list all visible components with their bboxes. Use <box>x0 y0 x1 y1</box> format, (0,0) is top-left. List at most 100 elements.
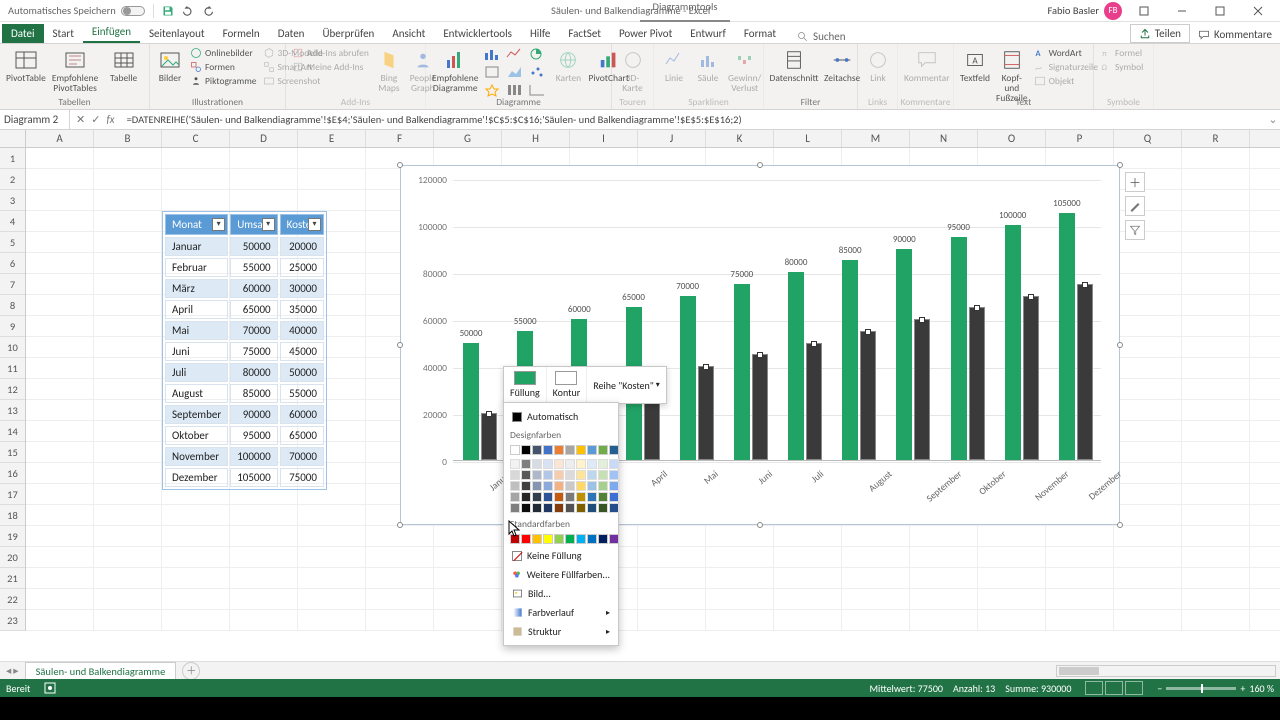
color-swatch[interactable] <box>576 459 586 469</box>
expand-formula-bar-icon[interactable]: ⌄ <box>1266 113 1280 126</box>
resize-handle[interactable] <box>757 522 763 528</box>
worksheet-grid[interactable]: ABCDEFGHIJKLMNOPQR 123456789101112131415… <box>0 130 1280 661</box>
color-swatch[interactable] <box>565 492 575 502</box>
timeline-button[interactable]: Zeitachse <box>824 47 860 84</box>
share-button[interactable]: Teilen <box>1130 24 1190 43</box>
chart-bar[interactable] <box>914 319 930 460</box>
color-swatch[interactable] <box>543 445 553 455</box>
view-page-layout-icon[interactable] <box>1105 681 1123 695</box>
search-box[interactable]: Suchen <box>797 30 846 43</box>
tab-einfügen[interactable]: Einfügen <box>83 22 140 43</box>
comments-button[interactable]: Kommentare <box>1190 26 1280 43</box>
chart-bar[interactable] <box>1005 225 1021 460</box>
chart-type-icon[interactable] <box>528 47 548 63</box>
shapes-button[interactable]: Formen <box>190 61 257 73</box>
name-box[interactable]: Diagramm 2 <box>0 110 70 129</box>
zoom-level[interactable]: 160 % <box>1249 682 1274 695</box>
online-pictures-button[interactable]: Onlinebilder <box>190 47 257 59</box>
fx-icon[interactable]: fx <box>106 113 114 126</box>
macro-record-icon[interactable] <box>44 682 56 694</box>
redo-icon[interactable] <box>202 5 214 17</box>
view-normal-icon[interactable] <box>1085 681 1103 695</box>
symbol-button[interactable]: ΩSymbol <box>1100 61 1143 73</box>
tab-format[interactable]: Format <box>735 24 785 43</box>
color-swatch[interactable] <box>598 534 608 544</box>
color-swatch[interactable] <box>554 470 564 480</box>
enter-formula-icon[interactable]: ✓ <box>91 113 100 126</box>
chart-bar[interactable] <box>734 284 750 460</box>
color-swatch[interactable] <box>510 459 520 469</box>
color-swatch[interactable] <box>598 470 608 480</box>
filter-button[interactable]: ▾ <box>212 218 225 231</box>
color-swatch[interactable] <box>543 470 553 480</box>
slicer-button[interactable]: Datenschnitt <box>770 47 818 84</box>
3d-map-button[interactable]: 3D- Karte <box>618 47 647 94</box>
comment-button[interactable]: Kommentar <box>904 47 950 84</box>
chart-bar[interactable] <box>1059 213 1075 460</box>
color-swatch[interactable] <box>532 534 542 544</box>
sparkline-winloss-button[interactable]: Gewinn/ Verlust <box>728 47 761 94</box>
link-button[interactable]: Link <box>864 47 892 84</box>
chart-bar[interactable] <box>788 272 804 460</box>
sheet-tab[interactable]: Säulen- und Balkendiagramme <box>25 662 177 680</box>
chart-bar[interactable] <box>896 249 912 461</box>
maps-button[interactable]: Karten <box>554 47 582 84</box>
signature-button[interactable]: Signaturzeile <box>1034 61 1098 73</box>
more-fill-colors-item[interactable]: Weitere Füllfarben... <box>508 565 614 584</box>
color-swatch[interactable] <box>565 470 575 480</box>
close-icon[interactable] <box>1242 0 1274 22</box>
tab-formeln[interactable]: Formeln <box>214 24 269 43</box>
chart-bar[interactable] <box>481 413 497 460</box>
color-swatch[interactable] <box>554 445 564 455</box>
icons-button[interactable]: Piktogramme <box>190 75 257 87</box>
tab-power pivot[interactable]: Power Pivot <box>610 24 681 43</box>
row-headers[interactable]: 1234567891011121314151617181920212223 <box>0 148 26 631</box>
color-swatch[interactable] <box>554 492 564 502</box>
chart-elements-icon[interactable]: ＋ <box>1125 172 1145 192</box>
filter-button[interactable]: ▾ <box>308 218 321 231</box>
fill-button[interactable]: Füllung <box>504 367 547 403</box>
color-swatch[interactable] <box>576 481 586 491</box>
chart-bar[interactable] <box>806 343 822 461</box>
tab-entwurf[interactable]: Entwurf <box>681 24 735 43</box>
resize-handle[interactable] <box>397 522 403 528</box>
color-swatch[interactable] <box>521 470 531 480</box>
resize-handle[interactable] <box>1117 522 1123 528</box>
color-swatch[interactable] <box>576 492 586 502</box>
view-page-break-icon[interactable] <box>1125 681 1143 695</box>
get-addins-button[interactable]: Add-Ins abrufen <box>292 47 369 59</box>
tab-seitenlayout[interactable]: Seitenlayout <box>140 24 214 43</box>
account-button[interactable]: Fabio Basler FB <box>1047 2 1122 20</box>
color-swatch[interactable] <box>554 534 564 544</box>
chart-styles-icon[interactable] <box>1125 196 1145 216</box>
color-swatch[interactable] <box>532 445 542 455</box>
color-swatch[interactable] <box>565 503 575 513</box>
pivottable-button[interactable]: PivotTable <box>6 47 46 84</box>
color-swatch[interactable] <box>576 534 586 544</box>
table-button[interactable]: Tabelle <box>104 47 143 84</box>
tab-überprüfen[interactable]: Überprüfen <box>313 24 383 43</box>
cancel-formula-icon[interactable]: ✕ <box>76 113 85 126</box>
color-swatch[interactable] <box>598 481 608 491</box>
chart-type-icon[interactable] <box>484 47 504 63</box>
horizontal-scrollbar[interactable] <box>1056 665 1276 677</box>
color-swatch[interactable] <box>576 470 586 480</box>
chart-bar[interactable] <box>463 343 479 461</box>
resize-handle[interactable] <box>757 162 763 168</box>
picture-fill-item[interactable]: Bild... <box>508 584 614 603</box>
color-swatch[interactable] <box>587 503 597 513</box>
resize-handle[interactable] <box>1117 342 1123 348</box>
chart-type-icon[interactable] <box>528 65 548 81</box>
color-swatch[interactable] <box>565 445 575 455</box>
column-headers[interactable]: ABCDEFGHIJKLMNOPQR <box>26 130 1280 148</box>
color-swatch[interactable] <box>587 459 597 469</box>
color-swatch[interactable] <box>554 503 564 513</box>
color-swatch[interactable] <box>609 503 619 513</box>
sheet-nav-next-icon[interactable]: ▸ <box>13 664 18 677</box>
color-swatch[interactable] <box>565 534 575 544</box>
automatic-color-item[interactable]: Automatisch <box>508 407 614 426</box>
color-swatch[interactable] <box>587 481 597 491</box>
tab-ansicht[interactable]: Ansicht <box>383 24 434 43</box>
color-swatch[interactable] <box>609 481 619 491</box>
chart-bar[interactable] <box>680 296 696 461</box>
